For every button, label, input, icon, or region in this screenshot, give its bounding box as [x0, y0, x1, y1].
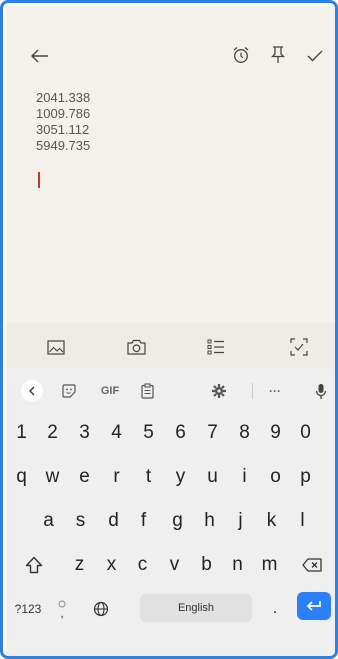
note-line: 2041.338 [36, 90, 91, 105]
key[interactable]: 2 [37, 413, 68, 453]
gear-icon[interactable] [204, 369, 234, 413]
key[interactable]: i [229, 457, 260, 497]
spacebar-key[interactable]: English [140, 594, 252, 622]
key[interactable]: j [225, 501, 256, 541]
key[interactable]: d [98, 501, 129, 541]
key[interactable]: z [64, 545, 95, 585]
checkmark-icon[interactable] [303, 44, 327, 68]
key[interactable]: y [165, 457, 196, 497]
key[interactable]: b [191, 545, 222, 585]
sticker-icon[interactable] [54, 369, 84, 413]
key[interactable]: u [197, 457, 228, 497]
key[interactable]: 3 [69, 413, 100, 453]
keyboard-toolbar: GIF ··· [6, 369, 335, 413]
key[interactable]: o [260, 457, 291, 497]
note-line: 1009.786 [36, 106, 91, 121]
backspace-key[interactable] [292, 545, 332, 585]
period-key[interactable]: . [260, 589, 290, 629]
key[interactable]: 9 [260, 413, 291, 453]
soft-keyboard: GIF ··· 1 2 3 4 5 6 7 8 9 0 q w e r t y … [6, 369, 335, 656]
key[interactable]: h [194, 501, 225, 541]
key[interactable]: v [159, 545, 190, 585]
asdf-row: a s d f g h j k l [6, 501, 335, 541]
alarm-clock-icon[interactable] [229, 43, 253, 67]
key[interactable]: 4 [101, 413, 132, 453]
qwerty-row: q w e r t y u i o p [6, 457, 335, 497]
number-row: 1 2 3 4 5 6 7 8 9 0 [6, 413, 335, 453]
key[interactable]: w [37, 457, 68, 497]
collapse-toolbar-button[interactable] [17, 369, 47, 413]
key[interactable]: 6 [165, 413, 196, 453]
clipboard-icon[interactable] [132, 369, 162, 413]
key[interactable]: p [290, 457, 321, 497]
bottom-row: ?123 , English . [6, 589, 335, 629]
enter-arrow-icon [306, 601, 321, 611]
comma-label: , [60, 606, 64, 620]
note-topbar [6, 6, 335, 86]
shift-key[interactable] [14, 545, 54, 585]
shift-arrow-icon [25, 556, 43, 574]
key[interactable]: g [162, 501, 193, 541]
key[interactable]: t [133, 457, 164, 497]
image-icon[interactable] [44, 335, 68, 359]
key[interactable]: s [65, 501, 96, 541]
key[interactable]: 5 [133, 413, 164, 453]
key[interactable]: n [222, 545, 253, 585]
comma-emoji-key[interactable]: , [48, 589, 76, 629]
enter-key[interactable] [297, 592, 331, 620]
note-editor[interactable]: 2041.338 1009.786 3051.112 5949.735 [6, 6, 335, 323]
gif-button[interactable]: GIF [92, 369, 128, 413]
key[interactable]: k [256, 501, 287, 541]
more-options-button[interactable]: ··· [260, 369, 290, 413]
backspace-icon [302, 558, 322, 572]
key[interactable]: c [127, 545, 158, 585]
key[interactable]: a [33, 501, 64, 541]
attachment-bar [6, 323, 335, 369]
key[interactable]: l [287, 501, 318, 541]
note-content: 2041.338 1009.786 3051.112 5949.735 [36, 90, 90, 154]
zxcv-row: z x c v b n m [6, 545, 335, 585]
note-line: 5949.735 [36, 138, 91, 153]
camera-icon[interactable] [124, 335, 148, 359]
text-cursor [38, 172, 40, 188]
phone-screen: 2041.338 1009.786 3051.112 5949.735 GIF … [0, 0, 338, 659]
key[interactable]: x [96, 545, 127, 585]
key[interactable]: f [128, 501, 159, 541]
key[interactable]: 7 [197, 413, 228, 453]
language-globe-key[interactable] [84, 589, 118, 629]
scan-icon[interactable] [287, 335, 311, 359]
symbols-key[interactable]: ?123 [8, 589, 48, 629]
key[interactable]: e [69, 457, 100, 497]
key[interactable]: 0 [290, 413, 321, 453]
pin-icon[interactable] [266, 43, 290, 67]
globe-icon [93, 601, 109, 617]
key[interactable]: 8 [229, 413, 260, 453]
back-arrow-icon[interactable] [28, 44, 52, 68]
key[interactable]: m [254, 545, 285, 585]
checklist-icon[interactable] [204, 335, 228, 359]
key[interactable]: q [6, 457, 37, 497]
microphone-icon[interactable] [306, 369, 335, 413]
chevron-left-icon [21, 380, 43, 402]
note-line: 3051.112 [36, 122, 90, 137]
key[interactable]: r [101, 457, 132, 497]
toolbar-divider [252, 383, 253, 399]
key[interactable]: 1 [6, 413, 37, 453]
